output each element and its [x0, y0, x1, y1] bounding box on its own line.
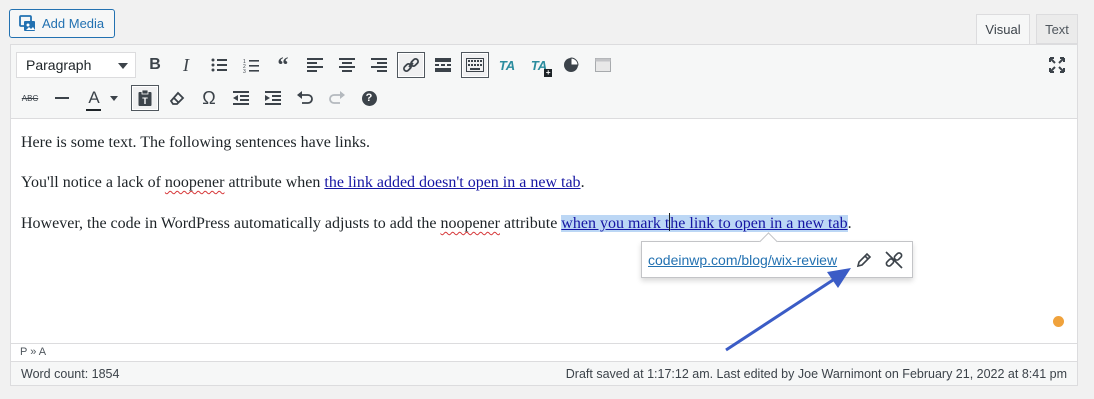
align-left-button[interactable] [301, 52, 329, 78]
clear-formatting-button[interactable] [163, 85, 191, 111]
strikethrough-button[interactable]: ABC [16, 85, 44, 111]
insert-link-icon [403, 57, 419, 73]
fullscreen-button[interactable] [1043, 52, 1071, 78]
editor-frame: Paragraph B I 123 “ TA TA + ABC A T Ω ? … [10, 44, 1078, 386]
read-more-icon [435, 58, 451, 72]
draft-status: Draft saved at 1:17:12 am. Last edited b… [565, 366, 1067, 381]
horizontal-line-icon [55, 96, 69, 100]
classic-editor: Add Media Visual Text Paragraph B I 123 … [0, 0, 1094, 399]
toolbar-toggle-button[interactable] [461, 52, 489, 78]
link-same-tab[interactable]: the link added doesn't open in a new tab [324, 174, 580, 191]
bulleted-list-icon [211, 58, 227, 72]
horizontal-line-button[interactable] [48, 85, 76, 111]
status-bar: Word count: 1854 Draft saved at 1:17:12 … [11, 361, 1077, 385]
unlink-icon [885, 251, 903, 269]
undo-icon [297, 91, 313, 105]
read-more-button[interactable] [429, 52, 457, 78]
paste-text-icon: T [138, 90, 152, 106]
paragraph-1: Here is some text. The following sentenc… [21, 134, 370, 151]
redo-icon [329, 91, 345, 105]
help-icon: ? [361, 90, 377, 106]
svg-text:3: 3 [243, 69, 246, 73]
chevron-down-icon [118, 63, 128, 69]
word-count: Word count: 1854 [21, 366, 120, 381]
bold-icon: B [149, 56, 161, 73]
media-icon [18, 15, 36, 33]
bulleted-list-button[interactable] [205, 52, 233, 78]
element-path[interactable]: P » A [11, 343, 1077, 360]
bold-button[interactable]: B [141, 52, 169, 78]
italic-icon: I [183, 54, 189, 75]
link-popup: codeinwp.com/blog/wix-review [641, 241, 913, 278]
redo-button[interactable] [323, 85, 351, 111]
pie-chart-button[interactable] [557, 52, 585, 78]
outdent-button[interactable] [227, 85, 255, 111]
shortcode-icon [595, 58, 611, 72]
text-color-button[interactable]: A [80, 85, 108, 111]
tab-visual[interactable]: Visual [976, 14, 1030, 45]
edit-link-button[interactable] [852, 248, 876, 272]
ta-button[interactable]: TA [493, 52, 521, 78]
text-color-dropdown[interactable] [107, 85, 121, 111]
pie-chart-icon [563, 57, 579, 73]
chevron-down-icon [110, 95, 118, 101]
status-dot [1053, 316, 1064, 327]
clear-formatting-icon [169, 90, 185, 106]
text-color-icon: A [86, 88, 102, 111]
fullscreen-icon [1049, 57, 1065, 73]
misspelled-word[interactable]: noopener [440, 215, 500, 232]
link-url[interactable]: codeinwp.com/blog/wix-review [648, 252, 837, 268]
link-new-tab-selected[interactable]: when you mark the link to open in a new … [561, 213, 848, 232]
align-center-icon [339, 58, 355, 72]
ta-plus-icon: TA + [530, 57, 553, 77]
ta-plus-button[interactable]: TA + [525, 52, 553, 78]
help-button[interactable]: ? [355, 85, 383, 111]
align-right-icon [371, 58, 387, 72]
paragraph-3: However, the code in WordPress automatic… [21, 213, 852, 232]
add-media-label: Add Media [42, 16, 105, 31]
outdent-icon [233, 91, 249, 105]
indent-button[interactable] [259, 85, 287, 111]
pencil-icon [856, 252, 872, 268]
editor-toolbar: Paragraph B I 123 “ TA TA + ABC A T Ω ? [11, 45, 1077, 119]
tab-text[interactable]: Text [1036, 14, 1078, 44]
misspelled-word[interactable]: noopener [165, 174, 225, 191]
shortcode-button[interactable] [589, 52, 617, 78]
ta-icon: TA [498, 57, 516, 73]
format-select-value: Paragraph [26, 57, 92, 73]
format-select[interactable]: Paragraph [16, 52, 136, 78]
special-character-icon: Ω [202, 87, 216, 108]
strikethrough-icon: ABC [21, 93, 39, 103]
align-right-button[interactable] [365, 52, 393, 78]
numbered-list-icon: 123 [243, 58, 259, 73]
numbered-list-button[interactable]: 123 [237, 52, 265, 78]
remove-link-button[interactable] [882, 248, 906, 272]
special-character-button[interactable]: Ω [195, 85, 223, 111]
svg-text:T: T [142, 96, 148, 106]
undo-button[interactable] [291, 85, 319, 111]
indent-icon [265, 91, 281, 105]
blockquote-icon: “ [277, 52, 289, 77]
align-left-icon [307, 58, 323, 72]
blockquote-button[interactable]: “ [269, 52, 297, 78]
add-media-button[interactable]: Add Media [9, 9, 115, 38]
insert-link-button[interactable] [397, 52, 425, 78]
paragraph-2: You'll notice a lack of noopener attribu… [21, 174, 585, 191]
align-center-button[interactable] [333, 52, 361, 78]
toolbar-toggle-icon [466, 58, 484, 72]
paste-as-text-button[interactable]: T [131, 85, 159, 111]
italic-button[interactable]: I [172, 52, 200, 78]
